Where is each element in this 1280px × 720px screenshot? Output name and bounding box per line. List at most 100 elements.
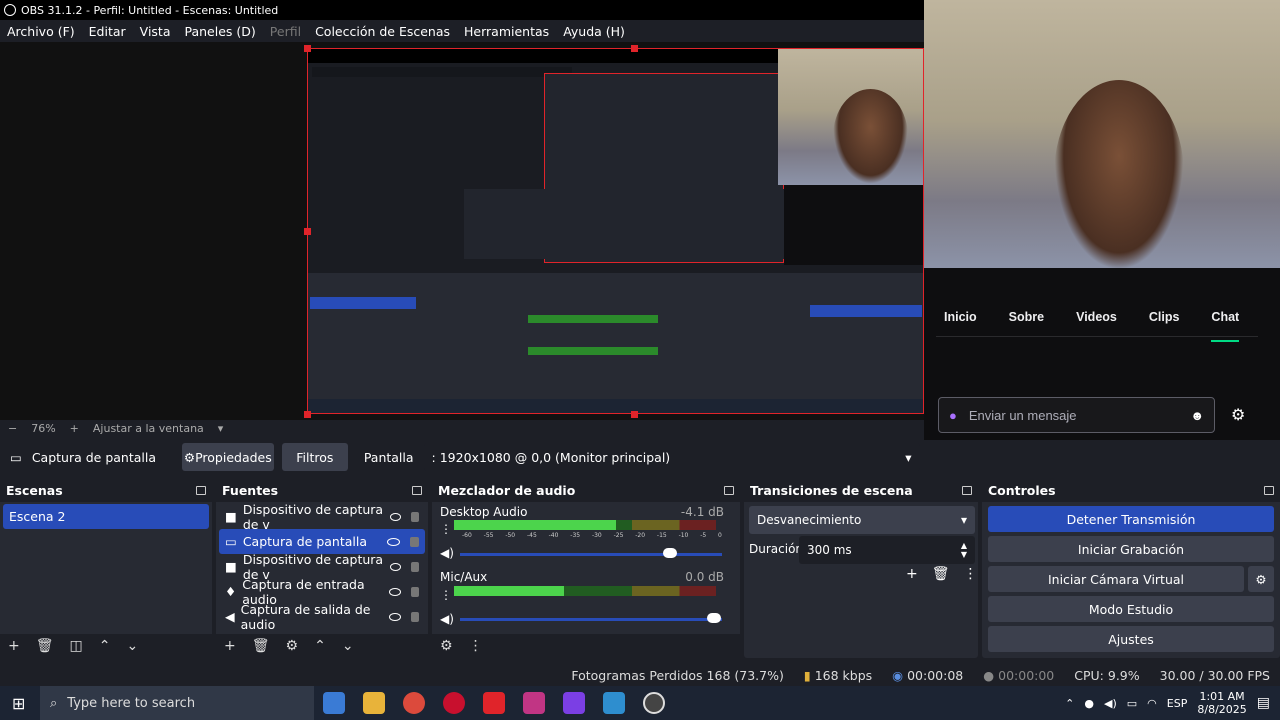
- lock-icon[interactable]: [411, 611, 420, 622]
- volume-knob[interactable]: [707, 613, 721, 623]
- chevron-up-icon[interactable]: ⌃: [1065, 697, 1074, 710]
- undock-icon[interactable]: [196, 485, 206, 495]
- zoom-in-icon[interactable]: +: [70, 422, 79, 435]
- menu-perfil[interactable]: Perfil: [263, 24, 308, 39]
- file-explorer-icon[interactable]: [363, 692, 385, 714]
- gear-icon[interactable]: ⚙: [286, 638, 299, 654]
- add-icon[interactable]: +: [906, 566, 918, 582]
- duration-spinbox[interactable]: 300 ms ▲ ▼: [799, 536, 975, 564]
- jetbrains-icon[interactable]: [603, 692, 625, 714]
- filters-button[interactable]: Filtros: [281, 443, 348, 471]
- resize-handle-bottom[interactable]: [631, 411, 638, 418]
- chat-settings-gear-icon[interactable]: ⚙: [1231, 405, 1245, 424]
- language[interactable]: ESP: [1167, 697, 1188, 710]
- track-menu-icon[interactable]: ⋮: [440, 588, 452, 602]
- volume-slider[interactable]: [460, 553, 722, 556]
- filter-icon[interactable]: ◫: [70, 638, 83, 654]
- tab-videos[interactable]: Videos: [1076, 310, 1117, 324]
- eye-icon[interactable]: [389, 562, 402, 571]
- virtualcam-settings-gear-icon[interactable]: ⚙: [1248, 566, 1274, 592]
- app-icon[interactable]: [483, 692, 505, 714]
- stop-stream-button[interactable]: Detener Transmisión: [988, 506, 1274, 532]
- source-item[interactable]: ■ Dispositivo de captura de v: [219, 552, 425, 582]
- volume-slider[interactable]: [460, 618, 722, 621]
- display-select[interactable]: : 1920x1080 @ 0,0 (Monitor principal) ▾: [423, 443, 920, 471]
- taskbar-search[interactable]: ⌕ Type here to search: [40, 686, 314, 720]
- notification-icon[interactable]: ▤: [1257, 695, 1270, 711]
- move-up-icon[interactable]: ⌃: [314, 638, 326, 654]
- emoji-icon[interactable]: ☻: [1190, 408, 1204, 423]
- volume-knob[interactable]: [663, 548, 677, 558]
- eye-icon[interactable]: [389, 512, 402, 521]
- obs-taskbar-icon[interactable]: [643, 692, 665, 714]
- battery-icon[interactable]: ▭: [1127, 697, 1137, 710]
- source-item[interactable]: ■ Dispositivo de captura de v: [219, 502, 425, 532]
- menu-coleccion[interactable]: Colección de Escenas: [308, 24, 457, 39]
- lock-icon[interactable]: [410, 536, 419, 547]
- windows-start-icon[interactable]: ⊞: [12, 694, 25, 713]
- lock-icon[interactable]: [411, 561, 419, 572]
- undock-icon[interactable]: [962, 485, 972, 495]
- menu-editar[interactable]: Editar: [82, 24, 133, 39]
- volume-icon[interactable]: ◀): [1104, 697, 1117, 710]
- resize-handle-top-left[interactable]: [304, 45, 311, 52]
- more-icon[interactable]: ⋮: [469, 638, 483, 654]
- fit-to-window[interactable]: Ajustar a la ventana: [93, 422, 204, 435]
- properties-button[interactable]: ⚙ Propiedades: [181, 443, 274, 471]
- move-down-icon[interactable]: ⌄: [126, 638, 138, 654]
- track-menu-icon[interactable]: ⋮: [440, 522, 452, 536]
- trash-icon[interactable]: 🗑: [36, 638, 54, 654]
- move-down-icon[interactable]: ⌄: [342, 638, 354, 654]
- lock-icon[interactable]: [410, 586, 419, 597]
- tab-sobre[interactable]: Sobre: [1009, 310, 1044, 324]
- eye-icon[interactable]: [387, 537, 400, 546]
- tab-chat[interactable]: Chat: [1211, 310, 1239, 342]
- spin-arrows-icon[interactable]: ▲ ▼: [961, 541, 967, 559]
- trash-icon[interactable]: 🗑: [932, 566, 950, 582]
- opera-icon[interactable]: [443, 692, 465, 714]
- advanced-audio-icon[interactable]: ⚙: [440, 638, 453, 654]
- undock-icon[interactable]: [1264, 485, 1274, 495]
- menu-paneles[interactable]: Paneles (D): [178, 24, 263, 39]
- copilot-icon[interactable]: [323, 692, 345, 714]
- add-icon[interactable]: +: [224, 638, 236, 654]
- tab-inicio[interactable]: Inicio: [944, 310, 977, 324]
- tab-clips[interactable]: Clips: [1149, 310, 1180, 324]
- source-item[interactable]: ♦ Captura de entrada audio: [219, 577, 425, 607]
- undock-icon[interactable]: [412, 485, 422, 495]
- add-icon[interactable]: +: [8, 638, 20, 654]
- move-up-icon[interactable]: ⌃: [99, 638, 111, 654]
- app-icon[interactable]: [563, 692, 585, 714]
- trash-icon[interactable]: 🗑: [252, 638, 270, 654]
- source-item[interactable]: ◀ Captura de salida de audio: [219, 602, 425, 632]
- menu-vista[interactable]: Vista: [133, 24, 178, 39]
- speaker-icon[interactable]: ◀): [440, 546, 454, 560]
- transition-select[interactable]: Desvanecimiento ▾: [749, 506, 975, 534]
- scene-item[interactable]: Escena 2: [3, 504, 209, 529]
- clock[interactable]: 1:01 AM 8/8/2025: [1197, 690, 1246, 716]
- microphone-icon[interactable]: ●: [1084, 697, 1094, 710]
- resize-handle-top[interactable]: [631, 45, 638, 52]
- instagram-icon[interactable]: [523, 692, 545, 714]
- source-item[interactable]: ▭ Captura de pantalla: [219, 529, 425, 554]
- menu-ayuda[interactable]: Ayuda (H): [556, 24, 632, 39]
- wifi-icon[interactable]: ◠: [1147, 697, 1157, 710]
- chevron-down-icon[interactable]: ▾: [218, 422, 224, 435]
- undock-icon[interactable]: [724, 485, 734, 495]
- chat-message-input[interactable]: ● Enviar un mensaje ☻: [938, 397, 1215, 433]
- settings-button[interactable]: Ajustes: [988, 626, 1274, 652]
- studio-mode-button[interactable]: Modo Estudio: [988, 596, 1274, 622]
- resize-handle-bottom-left[interactable]: [304, 411, 311, 418]
- menu-herramientas[interactable]: Herramientas: [457, 24, 556, 39]
- speaker-icon[interactable]: ◀): [440, 612, 454, 626]
- menu-archivo[interactable]: Archivo (F): [0, 24, 82, 39]
- eye-icon[interactable]: [388, 587, 401, 596]
- zoom-out-icon[interactable]: −: [8, 422, 17, 435]
- chrome-icon[interactable]: [403, 692, 425, 714]
- start-virtualcam-button[interactable]: Iniciar Cámara Virtual: [988, 566, 1244, 592]
- lock-icon[interactable]: [411, 511, 419, 522]
- resize-handle-left[interactable]: [304, 228, 311, 235]
- screen-capture-preview[interactable]: [307, 48, 924, 414]
- eye-icon[interactable]: [389, 612, 402, 621]
- start-recording-button[interactable]: Iniciar Grabación: [988, 536, 1274, 562]
